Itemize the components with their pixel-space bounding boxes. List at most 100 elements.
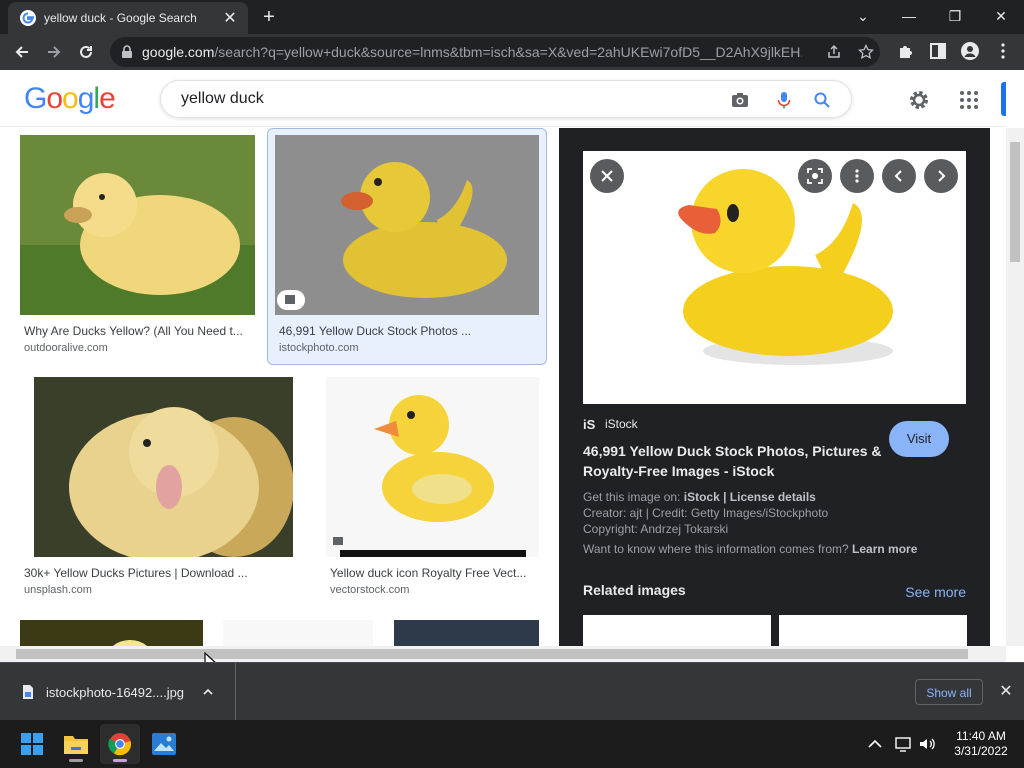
download-file-name: istockphoto-16492....jpg	[46, 684, 185, 700]
close-preview-button[interactable]	[590, 159, 624, 193]
copyright-line: Copyright: Andrzej Tokarski	[583, 522, 729, 536]
ducklings-closeup-thumbnail[interactable]	[34, 377, 293, 557]
profile-avatar-icon[interactable]	[961, 42, 979, 60]
bookmark-star-icon[interactable]	[858, 44, 874, 60]
reload-icon	[80, 45, 92, 58]
back-arrow-icon	[15, 46, 28, 58]
volume-icon[interactable]	[918, 735, 936, 753]
search-query-text[interactable]: yellow duck	[181, 90, 264, 108]
result-source[interactable]: vectorstock.com	[330, 584, 409, 596]
forward-arrow-icon	[48, 46, 61, 58]
close-download-bar-icon[interactable]: ✕	[996, 681, 1016, 701]
duck-icon-thumbnail[interactable]	[326, 377, 539, 557]
photos-icon	[152, 733, 176, 755]
istock-logo-icon: iS	[583, 417, 596, 431]
clock-date: 3/31/2022	[954, 744, 1008, 758]
see-more-link[interactable]: See more	[905, 584, 966, 600]
search-icon[interactable]	[813, 91, 831, 109]
sign-in-button-edge[interactable]	[1001, 82, 1006, 116]
system-clock[interactable]: 11:40 AM 3/31/2022	[946, 729, 1016, 759]
get-image-label: Get this image on:	[583, 490, 681, 504]
next-image-button[interactable]	[924, 159, 958, 193]
browser-toolbar: google.com/search?q=yellow+duck&source=l…	[0, 34, 1024, 70]
more-vert-icon	[855, 169, 859, 183]
creator-credit-line: Creator: ajt | Credit: Getty Images/iSto…	[583, 506, 829, 520]
result-title[interactable]: 46,991 Yellow Duck Stock Photos ...	[279, 324, 539, 338]
browser-tab[interactable]: yellow duck - Google Search ✕	[8, 2, 248, 34]
info-question: Want to know where this information come…	[583, 542, 849, 556]
settings-gear-icon[interactable]	[908, 89, 930, 111]
show-hidden-icons-chevron-icon[interactable]	[866, 735, 884, 753]
vertical-scrollbar[interactable]	[1006, 128, 1024, 646]
share-icon[interactable]	[826, 44, 842, 60]
lock-icon	[122, 45, 132, 58]
search-box[interactable]: yellow duck	[160, 80, 852, 118]
google-lens-icon	[807, 168, 823, 184]
extensions-puzzle-icon[interactable]	[897, 42, 915, 60]
folder-icon	[64, 736, 88, 754]
close-window-button[interactable]: ✕	[986, 4, 1016, 28]
download-bar: istockphoto-16492....jpg Show all ✕	[0, 662, 1024, 721]
preview-source-name: iStock	[605, 417, 638, 431]
windows-logo-icon	[21, 733, 43, 755]
result-title[interactable]: 30k+ Yellow Ducks Pictures | Download ..…	[24, 566, 294, 580]
preview-title[interactable]: 46,991 Yellow Duck Stock Photos, Picture…	[583, 441, 883, 481]
back-button[interactable]	[10, 40, 34, 64]
result-title[interactable]: Why Are Ducks Yellow? (All You Need t...	[24, 324, 250, 338]
result-title[interactable]: Yellow duck icon Royalty Free Vect...	[330, 566, 540, 580]
download-item[interactable]: istockphoto-16492....jpg	[0, 663, 236, 721]
tab-title: yellow duck - Google Search	[44, 11, 197, 25]
url-host: google.com	[142, 44, 215, 60]
info-source-line: Want to know where this information come…	[583, 542, 917, 556]
visit-button[interactable]: Visit	[889, 421, 949, 457]
camera-search-icon[interactable]	[731, 91, 749, 109]
horizontal-scrollbar-thumb[interactable]	[16, 649, 968, 659]
photos-app[interactable]	[144, 724, 184, 764]
tab-close-icon[interactable]: ✕	[220, 8, 240, 28]
web-page: Google yellow duck Why Are Ducks Yellow?…	[0, 70, 1024, 662]
windows-taskbar: 11:40 AM 3/31/2022	[0, 720, 1024, 768]
preview-source[interactable]: iS iStock	[583, 417, 638, 431]
more-options-button[interactable]	[840, 159, 874, 193]
duckling-grass-thumbnail[interactable]	[20, 135, 255, 315]
horizontal-scrollbar[interactable]	[0, 646, 1006, 662]
start-button[interactable]	[12, 724, 52, 764]
rubber-duck-thumbnail[interactable]	[275, 135, 539, 315]
get-image-line: Get this image on: iStock | License deta…	[583, 490, 816, 504]
get-image-source-link[interactable]: iStock	[684, 490, 720, 504]
chevron-up-icon[interactable]	[202, 686, 214, 698]
google-apps-grid-icon[interactable]	[958, 89, 980, 111]
image-preview-panel: iS iStock 46,991 Yellow Duck Stock Photo…	[559, 128, 990, 662]
result-source[interactable]: unsplash.com	[24, 584, 92, 596]
related-images-heading: Related images	[583, 582, 686, 598]
chrome-menu-kebab-icon[interactable]	[994, 42, 1012, 60]
address-bar[interactable]: google.com/search?q=yellow+duck&source=l…	[110, 37, 880, 67]
license-details-link[interactable]: License details	[730, 490, 816, 504]
image-badge-icon	[277, 290, 305, 310]
microphone-icon[interactable]	[775, 91, 793, 109]
reload-button[interactable]	[74, 40, 98, 64]
result-source[interactable]: outdooralive.com	[24, 342, 108, 354]
image-badge-icon	[333, 537, 343, 545]
google-logo[interactable]: Google	[24, 82, 116, 116]
previous-image-button[interactable]	[882, 159, 916, 193]
network-icon[interactable]	[894, 735, 912, 753]
restore-button[interactable]: ❐	[940, 4, 970, 28]
side-panel-icon[interactable]	[929, 42, 947, 60]
lens-search-button[interactable]	[798, 159, 832, 193]
active-indicator	[113, 759, 127, 762]
result-source[interactable]: istockphoto.com	[279, 342, 358, 354]
clock-time: 11:40 AM	[956, 729, 1006, 743]
url-path: /search?q=yellow+duck&source=lnms&tbm=is…	[214, 44, 802, 60]
new-tab-button[interactable]: +	[258, 6, 280, 28]
file-explorer-app[interactable]	[56, 724, 96, 764]
vertical-scrollbar-thumb[interactable]	[1010, 142, 1020, 262]
show-all-downloads-button[interactable]: Show all	[915, 679, 983, 705]
google-favicon-icon	[20, 10, 36, 26]
chrome-app[interactable]	[100, 724, 140, 764]
tab-search-chevron-icon[interactable]: ⌄	[848, 4, 878, 28]
minimize-button[interactable]: —	[894, 4, 924, 28]
learn-more-link[interactable]: Learn more	[852, 542, 917, 556]
forward-button[interactable]	[42, 40, 66, 64]
chevron-left-icon	[894, 170, 902, 182]
